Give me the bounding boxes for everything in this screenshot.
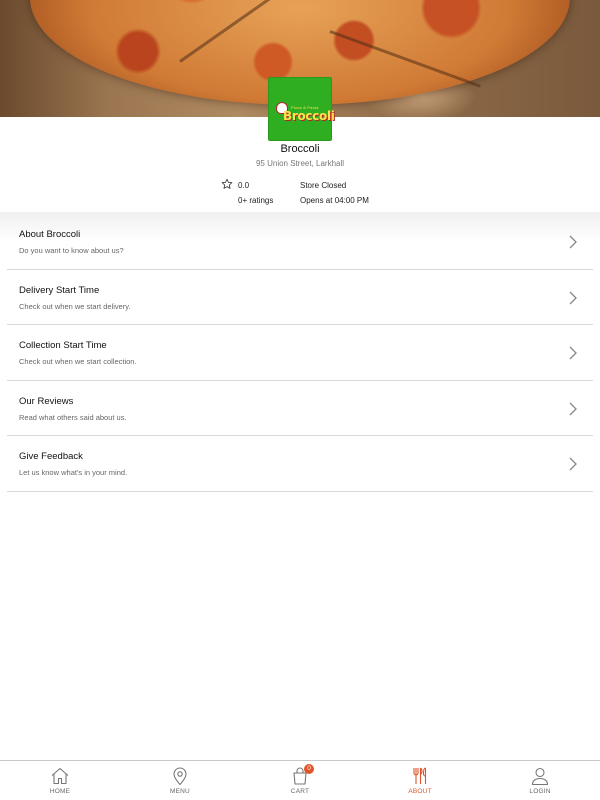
- cart-count-badge: 0: [304, 764, 314, 774]
- list-item-collection-start[interactable]: Collection Start Time Check out when we …: [7, 325, 593, 381]
- nav-login[interactable]: LOGIN: [480, 761, 600, 800]
- nav-home[interactable]: HOME: [0, 761, 120, 800]
- star-icon: [221, 178, 233, 189]
- chevron-right-icon: [569, 457, 577, 471]
- list-item-title: Collection Start Time: [19, 340, 107, 351]
- nav-label: HOME: [49, 788, 71, 795]
- location-pin-icon: [173, 767, 187, 786]
- user-icon: [531, 767, 549, 786]
- store-meta: 0.0 0+ ratings Store Closed Opens at 04:…: [0, 178, 600, 214]
- list-item-reviews[interactable]: Our Reviews Read what others said about …: [7, 381, 593, 436]
- list-item-delivery-start[interactable]: Delivery Start Time Check out when we st…: [7, 270, 593, 325]
- logo-name: Broccoli: [283, 109, 335, 123]
- nav-menu[interactable]: MENU: [120, 761, 240, 800]
- list-item-subtitle: Read what others said about us.: [19, 412, 127, 422]
- nav-cart[interactable]: 0 CART: [240, 761, 360, 800]
- list-item-subtitle: Check out when we start collection.: [19, 357, 137, 366]
- store-address: 95 Union Street, Larkhall: [255, 159, 345, 168]
- home-icon: [51, 767, 69, 785]
- bottom-navigation-bar: HOME MENU 0 CART ABOUT LOGIN: [0, 760, 600, 800]
- rating-count: 0+ ratings: [238, 196, 274, 205]
- about-menu-list: About Broccoli Do you want to know about…: [7, 214, 593, 492]
- chevron-right-icon: [569, 291, 577, 304]
- list-item-about[interactable]: About Broccoli Do you want to know about…: [7, 214, 593, 270]
- chevron-right-icon: [569, 402, 577, 415]
- list-item-title: Our Reviews: [19, 395, 74, 407]
- list-item-subtitle: Let us know what's in your mind.: [19, 468, 128, 477]
- fork-knife-icon: [413, 767, 427, 784]
- list-item-subtitle: Check out when we start delivery.: [19, 301, 131, 311]
- list-item-title: About Broccoli: [19, 229, 81, 240]
- list-item-title: Delivery Start Time: [19, 284, 100, 296]
- rating-value: 0.0: [238, 181, 250, 190]
- store-opening-time: Opens at 04:00 PM: [300, 196, 369, 205]
- store-status: Store Closed: [300, 181, 347, 190]
- store-name: Broccoli: [280, 143, 320, 155]
- chevron-right-icon: [569, 346, 577, 360]
- nav-label: ABOUT: [408, 788, 432, 795]
- list-item-subtitle: Do you want to know about us?: [19, 246, 124, 255]
- list-item-title: Give Feedback: [19, 451, 83, 462]
- nav-label: MENU: [170, 788, 190, 795]
- store-logo: Pizza & Pasta Broccoli: [268, 77, 335, 141]
- chevron-right-icon: [569, 235, 577, 249]
- nav-label: CART: [290, 788, 310, 795]
- nav-about[interactable]: ABOUT: [360, 761, 480, 800]
- list-item-feedback[interactable]: Give Feedback Let us know what's in your…: [7, 436, 593, 492]
- nav-label: LOGIN: [529, 788, 551, 795]
